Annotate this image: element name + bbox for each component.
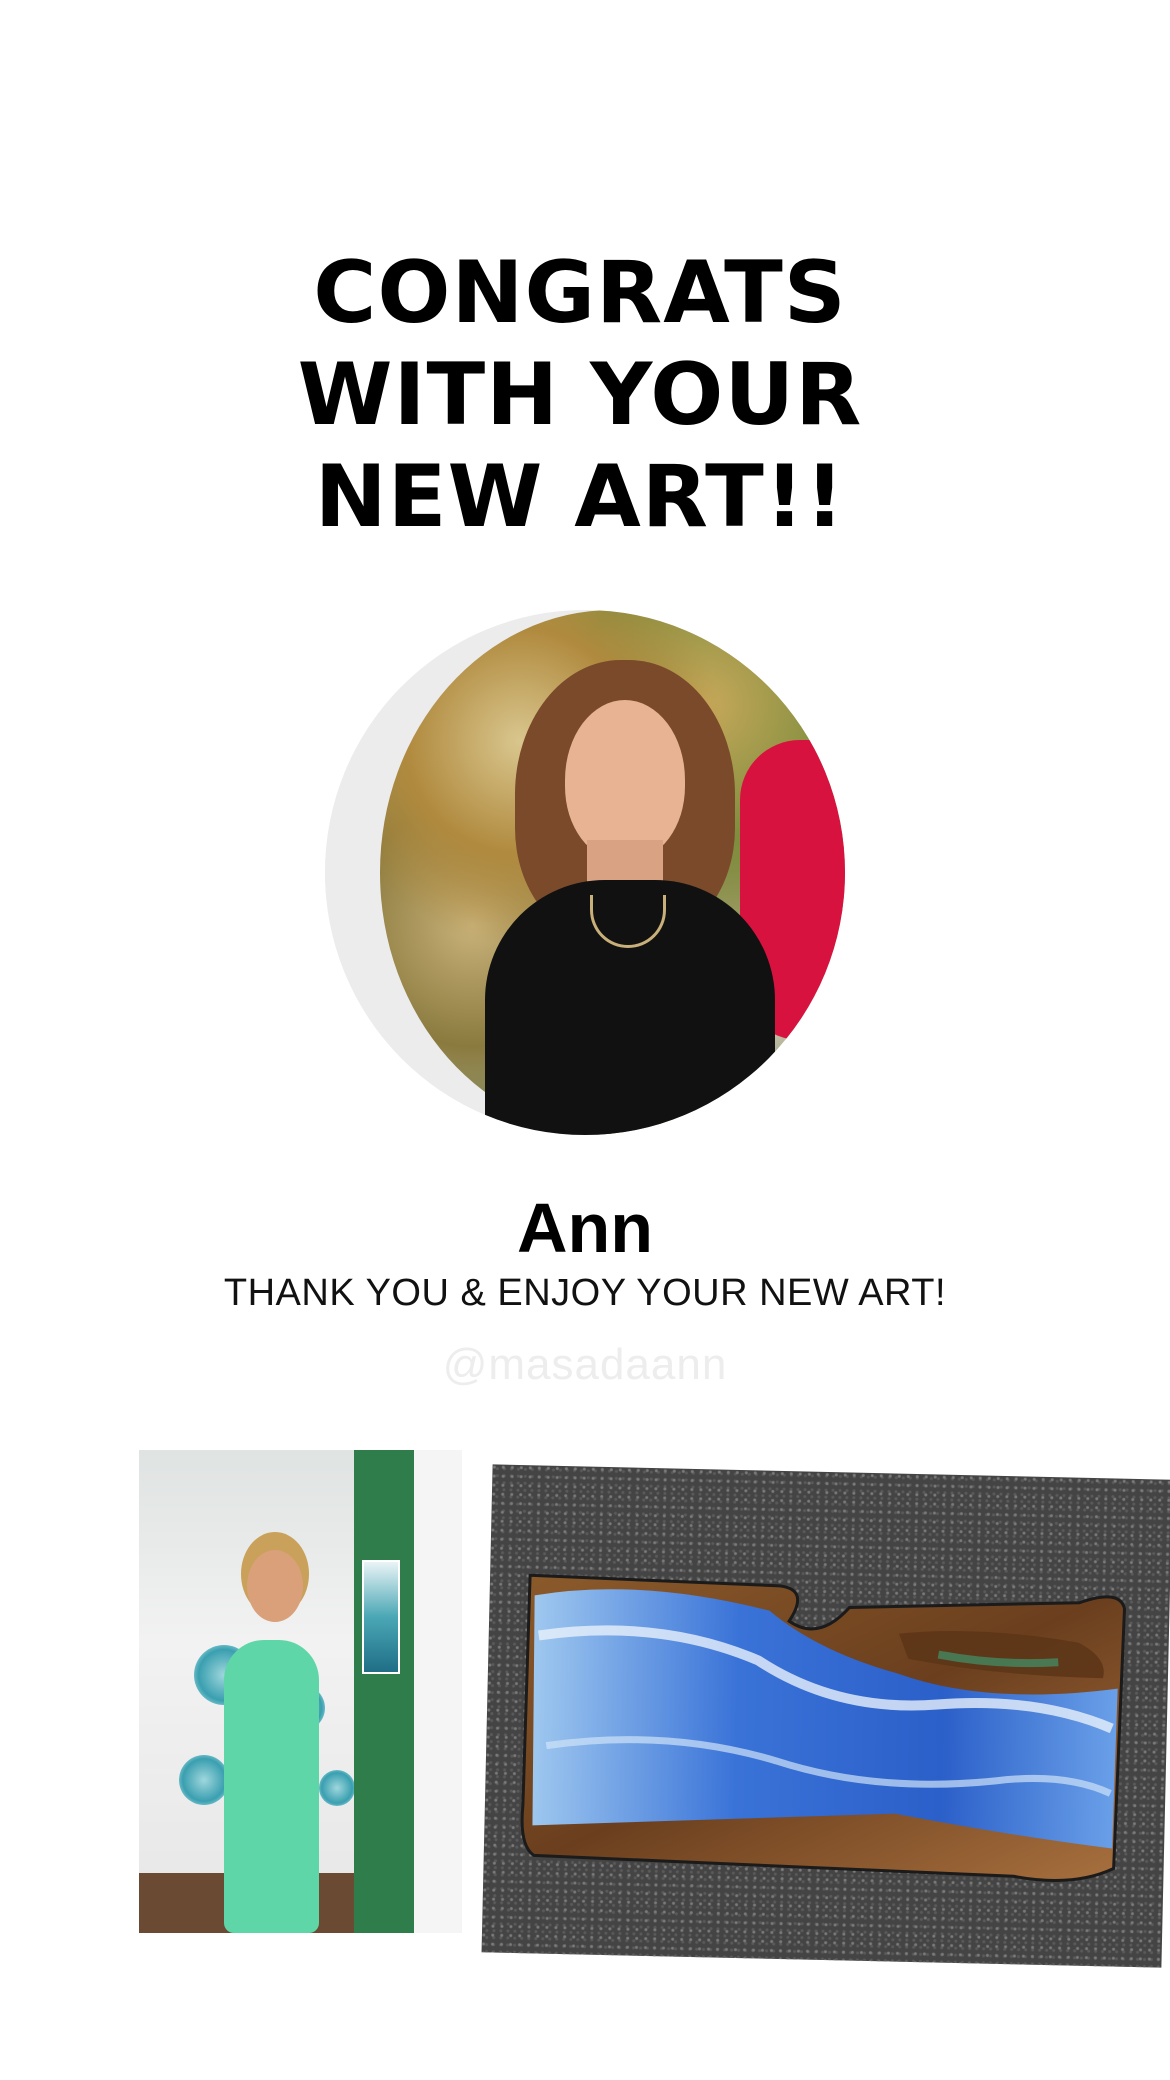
headline: CONGRATS WITH YOUR NEW ART!! <box>0 242 1160 548</box>
customer-portrait-photo <box>325 610 845 1135</box>
customer-name: Ann <box>516 1189 654 1267</box>
headline-line-1: CONGRATS <box>313 243 847 343</box>
headline-line-2: WITH YOUR <box>297 345 863 445</box>
resin-board-illustration <box>520 1573 1127 1883</box>
instagram-handle-watermark: @masadaann <box>442 1340 728 1389</box>
artist-studio-photo <box>139 1450 462 1933</box>
resin-art-board-photo <box>481 1464 1170 1968</box>
headline-line-3: NEW ART!! <box>314 447 846 547</box>
thank-you-message: THANK YOU & ENJOY YOUR NEW ART! <box>223 1272 947 1314</box>
